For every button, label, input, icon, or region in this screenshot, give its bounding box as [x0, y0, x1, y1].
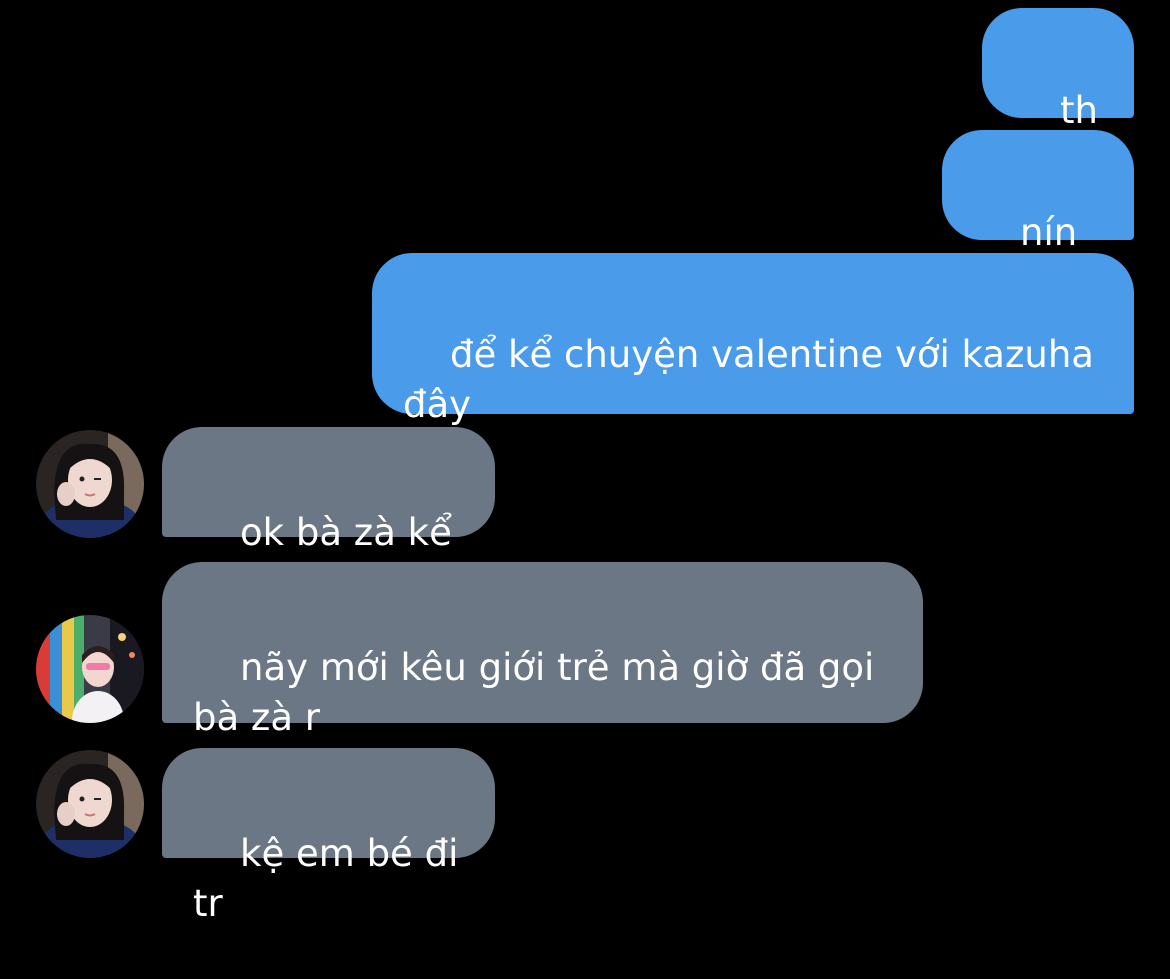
outgoing-message-bubble[interactable]: nín nín — [942, 130, 1134, 304]
profile-photo-icon — [36, 615, 144, 723]
incoming-message-bubble[interactable]: nãy mới kêu giới trẻ mà giờ đã gọi bà zà… — [162, 562, 923, 739]
message-text: để kể chuyện valentine với kazuha đây — [403, 333, 1094, 426]
profile-photo-icon — [36, 750, 144, 858]
outgoing-message-bubble[interactable]: để kể chuyện valentine với kazuha đây — [372, 253, 1134, 426]
chat-thread: th th nín nín để kể chuyện valentine với… — [0, 0, 1170, 925]
avatar[interactable] — [36, 615, 144, 723]
profile-photo-icon — [36, 430, 144, 538]
avatar[interactable] — [36, 750, 144, 858]
outgoing-message-bubble[interactable]: th th — [982, 8, 1134, 182]
incoming-message-bubble[interactable]: ok bà zà kể đi — [162, 427, 495, 604]
avatar[interactable] — [36, 430, 144, 538]
message-text: kệ em bé đi tr — [193, 832, 471, 925]
incoming-message-bubble[interactable]: kệ em bé đi tr — [162, 748, 495, 925]
message-text: nãy mới kêu giới trẻ mà giờ đã gọi bà zà… — [193, 646, 875, 739]
